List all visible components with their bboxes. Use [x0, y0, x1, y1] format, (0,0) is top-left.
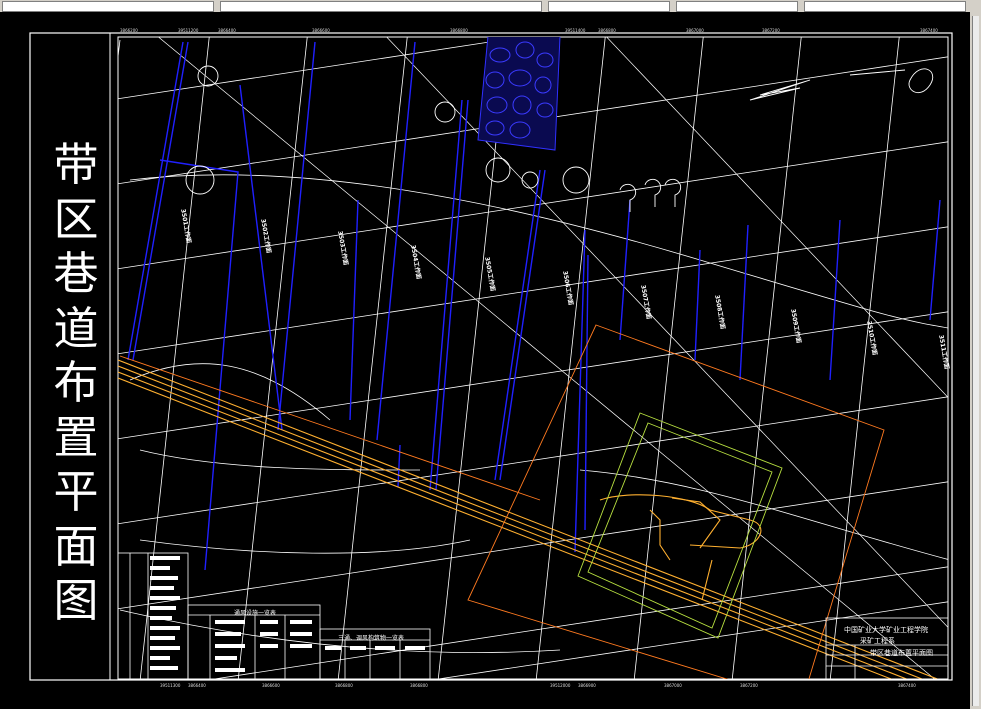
drawing-name: 带区巷道布置平面图: [870, 649, 933, 657]
map-symbols: [185, 65, 933, 212]
coord-tick: 3867200: [762, 28, 780, 33]
vertical-scrollbar[interactable]: [970, 12, 981, 709]
title-char: 图: [53, 574, 99, 627]
coord-tick: 3867400: [898, 683, 916, 688]
toolbar-field[interactable]: [548, 1, 670, 12]
scrollbar-track[interactable]: [972, 16, 979, 706]
toolbar-field[interactable]: [2, 1, 214, 12]
table-title: 三通、调风构筑物一览表: [338, 635, 405, 642]
coord-tick: 3866800: [598, 28, 616, 33]
toolbar-field[interactable]: [676, 1, 798, 12]
title-char: 巷: [53, 247, 99, 300]
title-char: 带: [53, 138, 99, 191]
coord-tick: 3866800: [335, 683, 353, 688]
coord-tick: 39511400: [565, 28, 586, 33]
coord-tick: 3867200: [740, 683, 758, 688]
school-name: 中国矿业大学矿业工程学院: [844, 626, 928, 634]
coord-tick: 3866400: [218, 28, 236, 33]
toolbar-field[interactable]: [804, 1, 966, 12]
coord-tick: 3866200: [120, 28, 138, 33]
protective-zone: [577, 412, 783, 639]
coord-tick: 3866900: [578, 683, 596, 688]
title-char: 平: [53, 465, 99, 518]
title-char: 置: [53, 410, 99, 464]
drawing-title: 带 区 巷 道 布 置 平 面 图: [44, 138, 108, 629]
table-fills: [150, 556, 425, 672]
coord-tick: 39512000: [550, 683, 571, 688]
title-char: 道: [53, 301, 99, 355]
coord-tick: 3866800: [450, 28, 468, 33]
goaf-zone: [477, 37, 561, 151]
coord-tick: 3866600: [312, 28, 330, 33]
coord-tick: 39511300: [160, 683, 181, 688]
contour-lines: [119, 174, 948, 653]
title-char: 面: [53, 519, 99, 573]
coord-tick: 3867000: [686, 28, 704, 33]
coord-tick: 3867400: [920, 28, 938, 33]
title-char: 区: [53, 192, 99, 246]
department-name: 采矿工程系: [860, 637, 895, 645]
table-title: 通风设施一览表: [234, 610, 277, 617]
toolbar-field[interactable]: [220, 1, 542, 12]
cad-canvas[interactable]: 带 区 巷 道 布 置 平 面 图 3501工作面 3502工作面 3503工作…: [0, 12, 970, 709]
drawing-svg: [29, 32, 953, 681]
coord-tick: 3866400: [188, 683, 206, 688]
coord-tick: 3866800: [410, 683, 428, 688]
coord-tick: 3866600: [262, 683, 280, 688]
title-char: 布: [53, 356, 99, 409]
toolbar: [0, 0, 981, 12]
coord-tick: 39511200: [178, 28, 199, 33]
coord-tick: 3867000: [664, 683, 682, 688]
